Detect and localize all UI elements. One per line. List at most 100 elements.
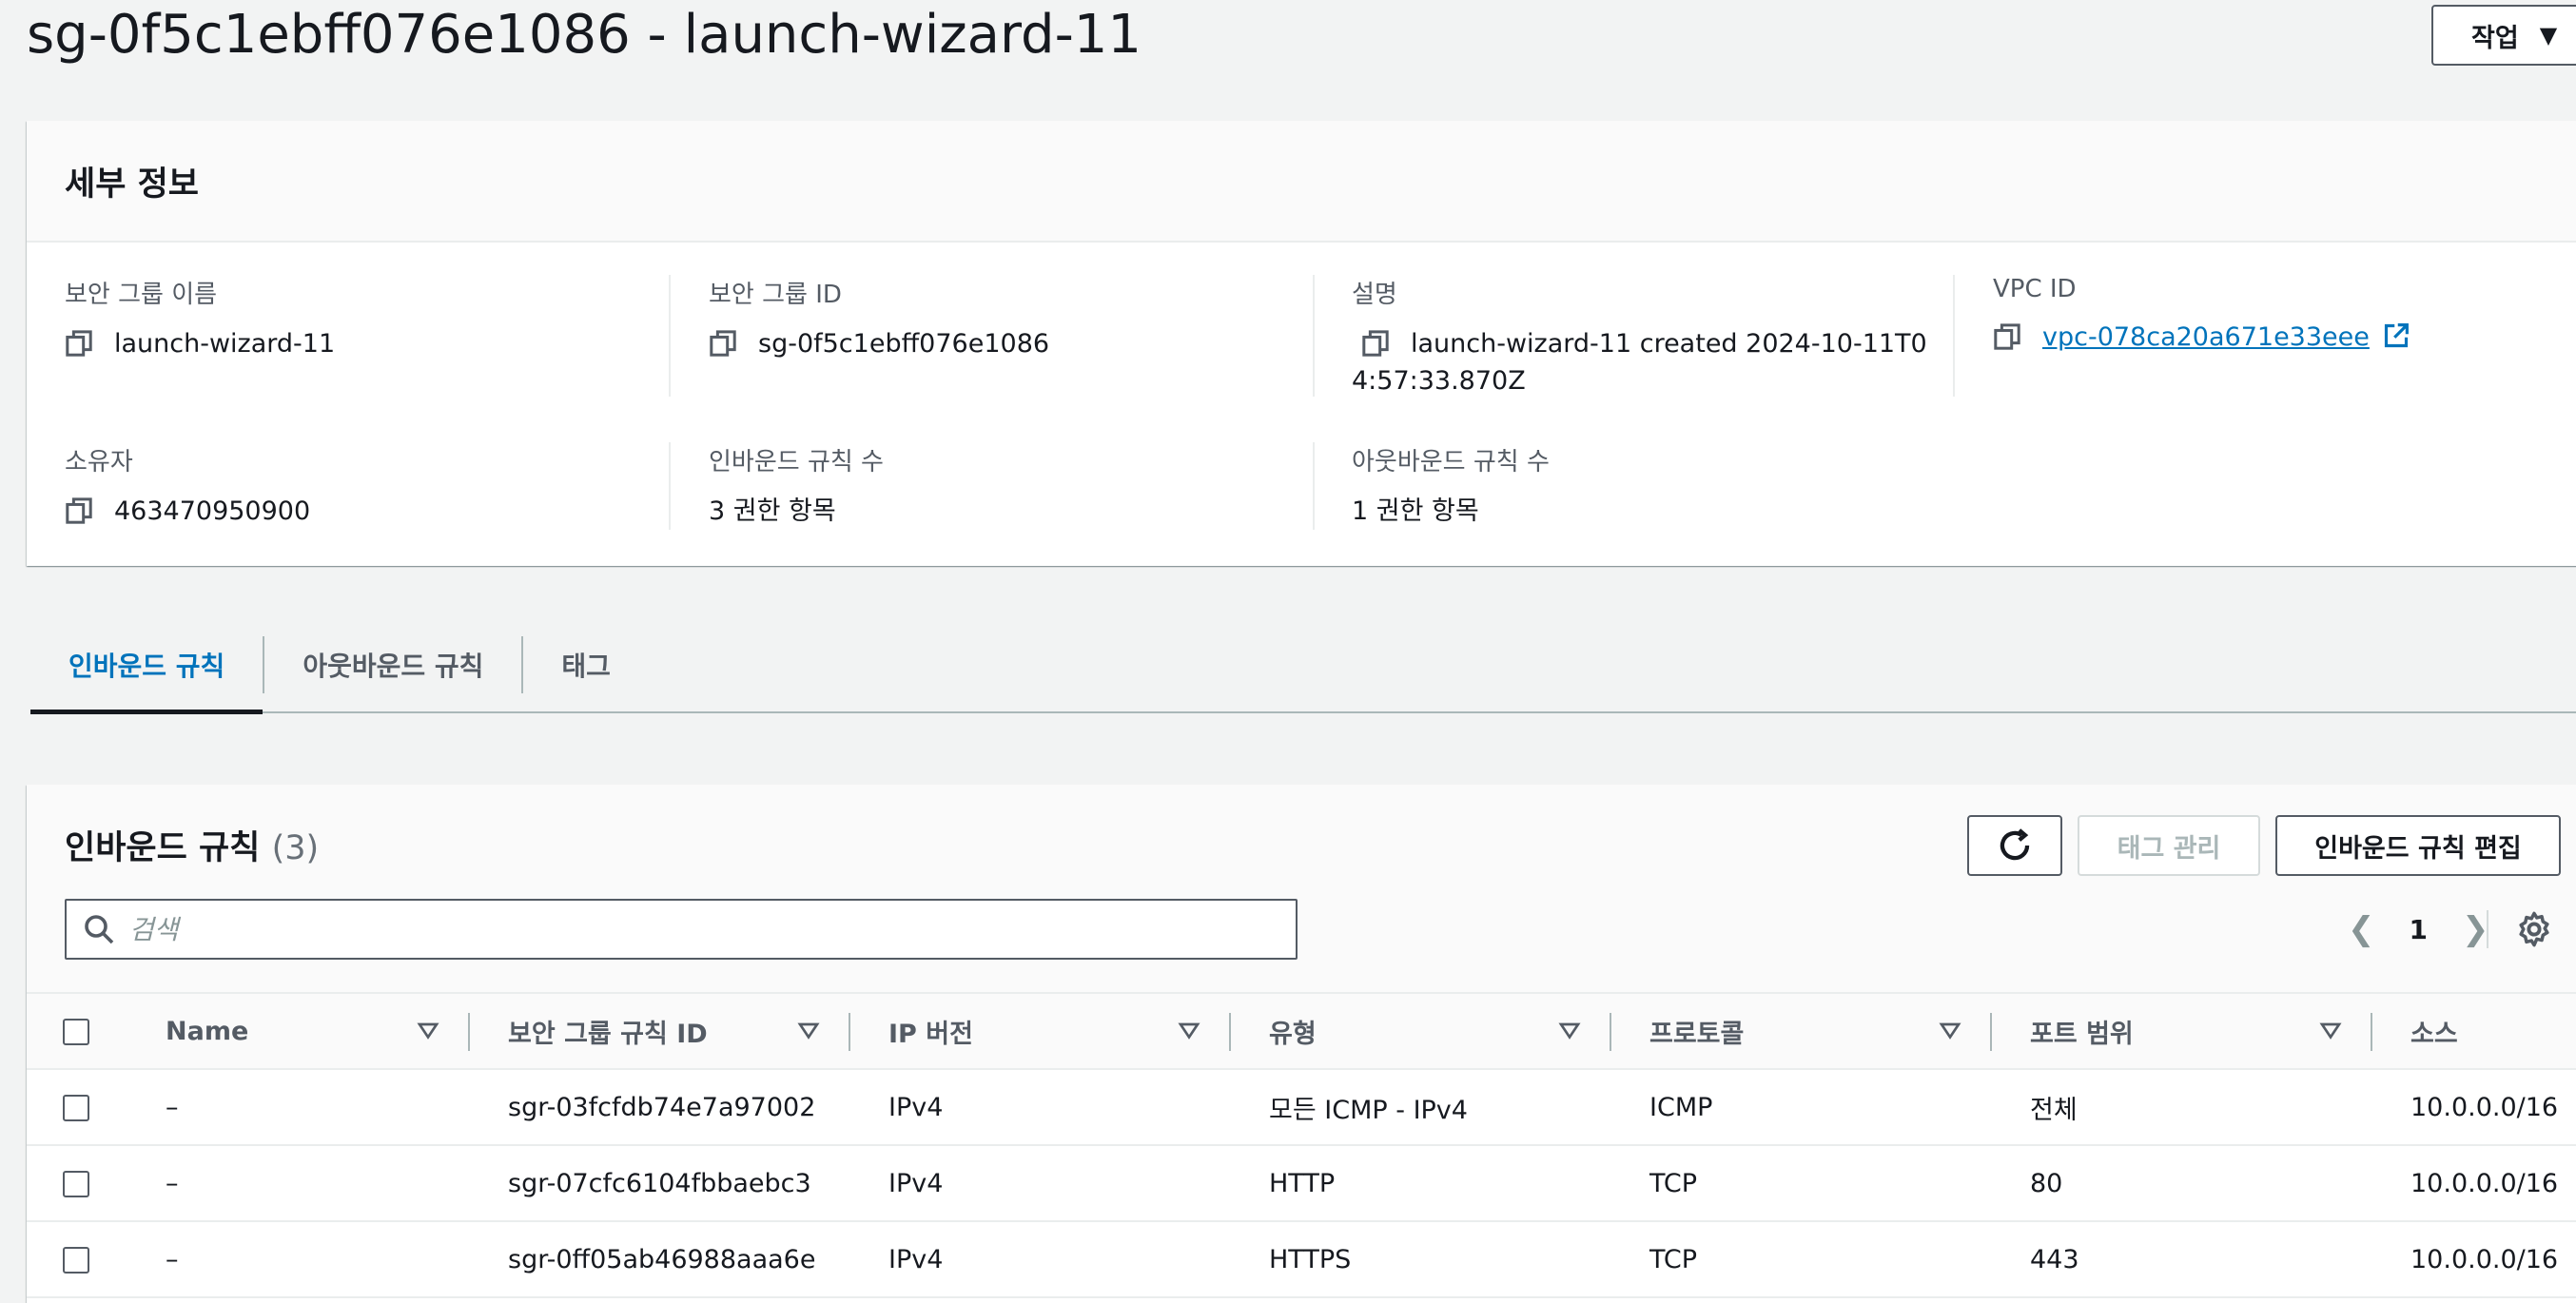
cell-name: – bbox=[166, 1168, 179, 1198]
cell-port-range: 443 bbox=[2030, 1244, 2079, 1274]
copy-icon[interactable] bbox=[1993, 322, 2021, 351]
cell-protocol: TCP bbox=[1649, 1168, 1698, 1198]
field-label: 보안 그룹 이름 bbox=[65, 281, 218, 309]
caret-down-icon: ▼ bbox=[2539, 22, 2558, 49]
cell-name: – bbox=[166, 1092, 179, 1122]
column-header-protocol[interactable]: 프로토콜 bbox=[1611, 993, 1992, 1069]
column-header-type[interactable]: 유형 bbox=[1231, 993, 1611, 1069]
sort-icon[interactable] bbox=[797, 1019, 820, 1041]
cell-source: 10.0.0.0/16 bbox=[2410, 1092, 2559, 1122]
actions-button[interactable]: 작업 ▼ bbox=[2431, 5, 2576, 66]
row-checkbox[interactable] bbox=[63, 1095, 89, 1121]
row-select-cell bbox=[27, 1145, 127, 1221]
column-header-port-range[interactable]: 포트 범위 bbox=[1992, 993, 2372, 1069]
refresh-button[interactable] bbox=[1967, 815, 2062, 876]
cell-protocol: ICMP bbox=[1649, 1092, 1713, 1122]
select-all-checkbox[interactable] bbox=[63, 1019, 89, 1045]
column-header-source[interactable]: 소스 bbox=[2372, 993, 2576, 1069]
chevron-right-icon[interactable]: ❯ bbox=[2462, 910, 2489, 948]
cell-type: HTTPS bbox=[1269, 1244, 1352, 1274]
gear-icon[interactable] bbox=[2514, 909, 2554, 949]
column-divider bbox=[1953, 275, 1955, 397]
field-value: 463470950900 bbox=[114, 496, 311, 526]
cell-rule-id: sgr-03fcfdb74e7a97002 bbox=[508, 1092, 816, 1122]
cell-type: 모든 ICMP - IPv4 bbox=[1269, 1095, 1468, 1125]
cell-protocol: TCP bbox=[1649, 1244, 1698, 1274]
row-checkbox[interactable] bbox=[63, 1247, 89, 1274]
field-label: 보안 그룹 ID bbox=[709, 281, 842, 309]
copy-icon[interactable] bbox=[65, 329, 93, 358]
tab-tags[interactable]: 태그 bbox=[523, 618, 649, 711]
external-link-icon[interactable] bbox=[2383, 322, 2410, 349]
manage-tags-button[interactable]: 태그 관리 bbox=[2078, 815, 2260, 876]
copy-icon[interactable] bbox=[1361, 329, 1390, 358]
actions-label: 작업 bbox=[2471, 23, 2519, 53]
pagination: ❮ 1 ❯ bbox=[2348, 899, 2488, 960]
field-value: sg-0f5c1ebff076e1086 bbox=[758, 329, 1050, 359]
field-sg-id: 보안 그룹 ID sg-0f5c1ebff076e1086 bbox=[709, 275, 1049, 362]
chevron-left-icon[interactable]: ❮ bbox=[2348, 910, 2375, 948]
row-checkbox[interactable] bbox=[63, 1171, 89, 1197]
inbound-rules-table: Name 보안 그룹 규칙 ID IP 버전 유형 프로토콜 포트 범위 소스 … bbox=[27, 992, 2576, 1298]
search-icon bbox=[85, 915, 114, 944]
details-heading: 세부 정보 bbox=[65, 165, 199, 204]
rules-count: (3) bbox=[271, 829, 320, 867]
sort-icon[interactable] bbox=[1939, 1019, 1961, 1041]
cell-ip-version: IPv4 bbox=[888, 1168, 944, 1198]
search-input[interactable] bbox=[129, 913, 1252, 945]
table-row[interactable]: – sgr-03fcfdb74e7a97002 IPv4 모든 ICMP - I… bbox=[27, 1069, 2576, 1145]
cell-port-range: 80 bbox=[2030, 1168, 2063, 1198]
page-title: sg-0f5c1ebff076e1086 - launch-wizard-11 bbox=[27, 4, 1142, 66]
edit-inbound-rules-button[interactable]: 인바운드 규칙 편집 bbox=[2275, 815, 2561, 876]
cell-name: – bbox=[166, 1244, 179, 1274]
cell-rule-id: sgr-07cfc6104fbbaebc3 bbox=[508, 1168, 811, 1198]
search-box bbox=[65, 899, 1298, 960]
field-inbound-count: 인바운드 규칙 수 3 권한 항목 bbox=[709, 442, 884, 530]
details-panel: 세부 정보 보안 그룹 이름 launch-wizard-11 보안 그룹 ID… bbox=[27, 121, 2576, 566]
field-value: launch-wizard-11 bbox=[114, 329, 336, 359]
column-header-rule-id[interactable]: 보안 그룹 규칙 ID bbox=[470, 993, 850, 1069]
rules-title-text: 인바운드 규칙 bbox=[65, 829, 261, 867]
sort-icon[interactable] bbox=[1178, 1019, 1200, 1041]
sort-icon[interactable] bbox=[417, 1019, 439, 1041]
vpc-id-link[interactable]: vpc-078ca20a671e33eee bbox=[2042, 322, 2370, 352]
column-divider bbox=[1313, 442, 1315, 530]
column-divider bbox=[669, 442, 671, 530]
details-header: 세부 정보 bbox=[27, 121, 2576, 243]
sort-icon[interactable] bbox=[2319, 1019, 2342, 1041]
field-value: 3 권한 항목 bbox=[709, 496, 836, 526]
field-label: VPC ID bbox=[1993, 275, 2077, 303]
table-header-row: Name 보안 그룹 규칙 ID IP 버전 유형 프로토콜 포트 범위 소스 bbox=[27, 993, 2576, 1069]
sort-icon[interactable] bbox=[1558, 1019, 1581, 1041]
cell-ip-version: IPv4 bbox=[888, 1092, 944, 1122]
field-label: 인바운드 규칙 수 bbox=[709, 448, 884, 476]
pager-divider bbox=[2487, 910, 2488, 948]
inbound-rules-title: 인바운드 규칙 (3) bbox=[65, 821, 319, 869]
column-divider bbox=[1313, 275, 1315, 397]
refresh-icon bbox=[2000, 828, 2030, 861]
copy-icon[interactable] bbox=[65, 496, 93, 525]
row-select-cell bbox=[27, 1069, 127, 1145]
field-sg-name: 보안 그룹 이름 launch-wizard-11 bbox=[65, 275, 335, 362]
tab-outbound-rules[interactable]: 아웃바운드 규칙 bbox=[264, 618, 521, 711]
select-all-cell bbox=[27, 993, 127, 1069]
page-number[interactable]: 1 bbox=[2410, 914, 2428, 945]
table-row[interactable]: – sgr-07cfc6104fbbaebc3 IPv4 HTTP TCP 80… bbox=[27, 1145, 2576, 1221]
table-row[interactable]: – sgr-0ff05ab46988aaa6e IPv4 HTTPS TCP 4… bbox=[27, 1221, 2576, 1297]
cell-source: 10.0.0.0/16 bbox=[2410, 1168, 2559, 1198]
tab-bar: 인바운드 규칙 아웃바운드 규칙 태그 bbox=[30, 618, 2576, 714]
field-outbound-count: 아웃바운드 규칙 수 1 권한 항목 bbox=[1352, 442, 1550, 530]
field-label: 소유자 bbox=[65, 448, 133, 476]
tab-inbound-rules[interactable]: 인바운드 규칙 bbox=[30, 618, 263, 714]
column-header-name[interactable]: Name bbox=[127, 993, 470, 1069]
copy-icon[interactable] bbox=[709, 329, 737, 358]
inbound-rules-header: 인바운드 규칙 (3) 태그 관리 인바운드 규칙 편집 ❮ 1 ❯ bbox=[27, 785, 2576, 992]
field-vpc-id: VPC ID vpc-078ca20a671e33eee bbox=[1993, 275, 2410, 356]
field-owner: 소유자 463470950900 bbox=[65, 442, 310, 530]
inbound-rules-panel: 인바운드 규칙 (3) 태그 관리 인바운드 규칙 편집 ❮ 1 ❯ Name bbox=[27, 785, 2576, 1303]
cell-rule-id: sgr-0ff05ab46988aaa6e bbox=[508, 1244, 816, 1274]
column-header-ip-version[interactable]: IP 버전 bbox=[850, 993, 1231, 1069]
cell-port-range: 전체 bbox=[2030, 1095, 2078, 1125]
cell-source: 10.0.0.0/16 bbox=[2410, 1244, 2559, 1274]
field-description: 설명 launch-wizard-11 created 2024-10-11T0… bbox=[1352, 275, 1942, 399]
